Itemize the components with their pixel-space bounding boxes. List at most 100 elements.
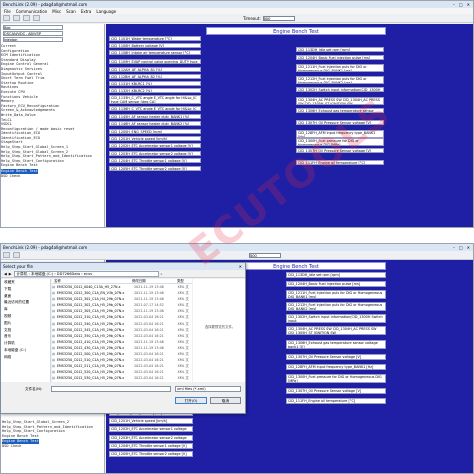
tree-item[interactable]: Engine Bench Test	[1, 163, 104, 168]
parameter-cell[interactable]: CID_1202H_ETC Accelerator sensor1 voltag…	[109, 143, 201, 148]
connect-icon[interactable]	[13, 15, 20, 21]
tree-item[interactable]: DSD Check	[2, 444, 93, 449]
nav-item[interactable]: 下载	[1, 286, 50, 293]
connect-icon[interactable]	[13, 252, 20, 258]
close-icon[interactable]: ✕	[467, 2, 470, 7]
parameter-cell[interactable]: CID_1205H_ETC Throttle sensor2 voltage […	[109, 166, 201, 171]
parameter-cell[interactable]: CID_1302H_Switch input information(CID_1…	[286, 314, 386, 323]
path-field[interactable]: 计算机 › 本地磁盘 (C:) › DD7266Data › ecus	[13, 270, 159, 277]
tree-item[interactable]: DSD Check	[1, 174, 104, 179]
forward-icon[interactable]: ▶	[9, 272, 12, 276]
parameter-cell[interactable]: CID_1136H_C_VTC angle E_VTC angle for Hi…	[109, 106, 201, 111]
parameter-cell[interactable]: CID_113DH_Idle set rpm [rpm]	[296, 47, 384, 52]
parameter-cell[interactable]: CID_128FH_AFM input frequency type_BANK1…	[286, 364, 386, 370]
parameter-cell[interactable]: CID_113DH_Idle set rpm [rpm]	[286, 272, 386, 278]
nav-item[interactable]: 文档	[1, 327, 50, 334]
parameter-cell[interactable]: CID_1212H_Fuel injection puls for DIG or…	[286, 302, 386, 311]
category-input[interactable]	[3, 37, 63, 42]
parameter-cell[interactable]: CID_1133H_C_VTC angle E_VTC angle for Hi…	[109, 95, 201, 104]
parameter-cell[interactable]: CID_1204H_Basic Fuel injection pulse [ms…	[296, 55, 384, 60]
parameter-cell[interactable]: CID_1302H_Switch input information(CID_1…	[296, 87, 384, 92]
nav-item[interactable]: 音乐	[1, 333, 50, 340]
column-type-header[interactable]: 类型	[177, 279, 192, 283]
nav-item[interactable]: 网络	[1, 354, 50, 361]
parameter-cell[interactable]: CID_128FH_AFM input frequency type_BANK1…	[296, 130, 384, 138]
minimize-icon[interactable]: –	[453, 2, 455, 7]
parameter-cell[interactable]: CID_1307H_Oil Pressure Sensor voltage [V…	[286, 388, 386, 394]
parameter-cell[interactable]: CID_1300H_Fuel pressure for DIG or Homog…	[286, 374, 386, 383]
parameter-cell[interactable]: CID_1201H_Vehicle speed [km/h]	[109, 418, 193, 424]
parameter-cell[interactable]: CID_1204H_ETC Throttle sensor1 voltage […	[109, 443, 193, 449]
parameter-cell[interactable]: CID_1211H_Fuel injection puls for DIG or…	[296, 64, 384, 72]
menu-item[interactable]: Scan	[66, 9, 76, 14]
parameter-cell[interactable]: CID_1300H_Fuel pressure for DIG or Homog…	[296, 138, 384, 146]
menu-item[interactable]: Communication	[16, 9, 48, 14]
parameter-cell[interactable]: CID_1109H_EVAP control valve opening_DUT…	[109, 59, 201, 64]
ecu-input[interactable]	[3, 25, 63, 30]
nav-item[interactable]: 库	[1, 306, 50, 313]
filename-input[interactable]	[51, 386, 171, 392]
file-row[interactable]: ▤ EMS3250_C012_530_C1A_H5_29b_07N.x 2022-0…	[52, 375, 192, 381]
parameter-cell[interactable]: CID_1204H_ETC Throttle sensor1 voltage […	[109, 158, 201, 163]
parameter-cell[interactable]: CID_1100H_Battery voltage [V]	[109, 43, 201, 48]
parameter-cell[interactable]: CID_1131H_KBLRC1 [%]	[109, 81, 201, 86]
parameter-cell[interactable]: CID_1146H_AF sensor heater duty_BANK2 [%…	[109, 121, 201, 126]
file-type-select[interactable]: xml files (*.xml)	[175, 386, 241, 392]
parameter-cell[interactable]: CID_1307H_Oil Pressure Sensor voltage [V…	[286, 354, 386, 360]
parameter-cell[interactable]: CID_1203H_ETC Accelerator sensor2 voltag…	[109, 435, 193, 441]
nav-item[interactable]: 图片	[1, 320, 50, 327]
parameter-cell[interactable]: CID_1304H_AC PRESS SW CID_1304H_AC PRESS…	[286, 326, 386, 335]
maximize-icon[interactable]: □	[459, 245, 463, 250]
parameter-cell[interactable]: CID_112BH_AF_ALPHA_B2 [%]	[109, 74, 201, 79]
back-icon[interactable]: ◀	[4, 272, 7, 276]
tree-item[interactable]: Engine Bench Test	[2, 434, 93, 439]
parameter-cell[interactable]: CID_111FH_Engine oil temperature [°C]	[286, 398, 386, 404]
nav-item[interactable]: 视频	[1, 313, 50, 320]
ecu-type-input[interactable]	[3, 31, 63, 36]
nav-item[interactable]: 收藏夹	[1, 279, 50, 286]
menu-item[interactable]: Language	[96, 9, 116, 14]
tree-item[interactable]: Engine Bench Test	[1, 169, 38, 174]
parameter-cell[interactable]: CID_1212H_Fuel injection puls for DIG or…	[296, 76, 384, 84]
parameter-cell[interactable]: CID_1200H_ENG_SPEED [rpm]	[109, 129, 201, 134]
disconnect-icon[interactable]	[23, 15, 30, 21]
parameter-cell[interactable]: CID_1304H_AC PRESS SW CID_1304H_AC PRESS…	[296, 97, 384, 105]
cancel-button[interactable]: 取消	[210, 397, 241, 404]
parameter-cell[interactable]: CID_1204H_Basic Fuel injection pulse [ms…	[286, 281, 386, 287]
minimize-icon[interactable]: –	[453, 245, 455, 250]
timeout-input-2[interactable]	[249, 252, 281, 258]
parameter-cell[interactable]: CID_111FH_Engine oil temperature [°C]	[296, 160, 384, 165]
column-name-header[interactable]: 名称	[52, 279, 132, 283]
column-date-header[interactable]: 修改日期	[132, 279, 177, 283]
parameter-cell[interactable]: CID_1101H_Water temperature [°C]	[109, 36, 201, 41]
parameter-cell[interactable]: CID_1203H_ETC Accelerator sensor2 voltag…	[109, 151, 201, 156]
menu-item[interactable]: Misc	[52, 9, 61, 14]
search-icon[interactable]: ⌕	[161, 272, 163, 276]
parameter-cell[interactable]: CID_1108H_Intake air temperature sensor …	[109, 50, 201, 55]
settings-icon[interactable]	[33, 15, 40, 21]
open-icon[interactable]	[3, 252, 10, 258]
timeout-input[interactable]	[262, 15, 295, 21]
parameter-cell[interactable]: CID_1145H_AF sensor heater duty_BANK1 [%…	[109, 114, 201, 119]
parameter-cell[interactable]: CID_1307H_Oil Pressure Sensor voltage [V…	[296, 120, 384, 125]
open-button[interactable]: 打开(O)	[175, 397, 207, 404]
close-icon[interactable]: ✕	[239, 264, 245, 269]
nav-item[interactable]: 计算机	[1, 340, 50, 347]
nav-item[interactable]: 桌面	[1, 293, 50, 300]
parameter-cell[interactable]: CID_1306H_Exhaust gas temperature sensor…	[296, 108, 384, 113]
parameter-cell[interactable]: CID_112AH_AF_ALPHA_B1 [%]	[109, 67, 201, 72]
nav-item[interactable]: 本地磁盘 (C:)	[1, 347, 50, 354]
menu-item[interactable]: Extra	[81, 9, 92, 14]
parameter-cell[interactable]: CID_1132H_KBLRC2 [%]	[109, 88, 201, 93]
parameter-cell[interactable]: CID_1202H_ETC Accelerator sensor1 voltag…	[109, 426, 193, 432]
close-icon[interactable]: ✕	[467, 245, 470, 250]
nav-item[interactable]: 最近访问的位置	[1, 299, 50, 306]
parameter-cell[interactable]: CID_1306H_Exhaust gas temperature sensor…	[286, 340, 386, 349]
menu-item[interactable]: File	[4, 9, 11, 14]
open-icon[interactable]	[3, 15, 10, 21]
maximize-icon[interactable]: □	[459, 2, 463, 7]
parameter-cell[interactable]: CID_1307H_Oil Pressure Sensor voltage [V…	[296, 148, 384, 153]
parameter-cell[interactable]: CID_1201H_Vehicle speed [km/h]	[109, 136, 201, 141]
parameter-cell[interactable]: CID_1205H_ETC Throttle sensor2 voltage […	[109, 451, 193, 457]
parameter-cell[interactable]: CID_1211H_Fuel injection puls for DIG or…	[286, 290, 386, 299]
